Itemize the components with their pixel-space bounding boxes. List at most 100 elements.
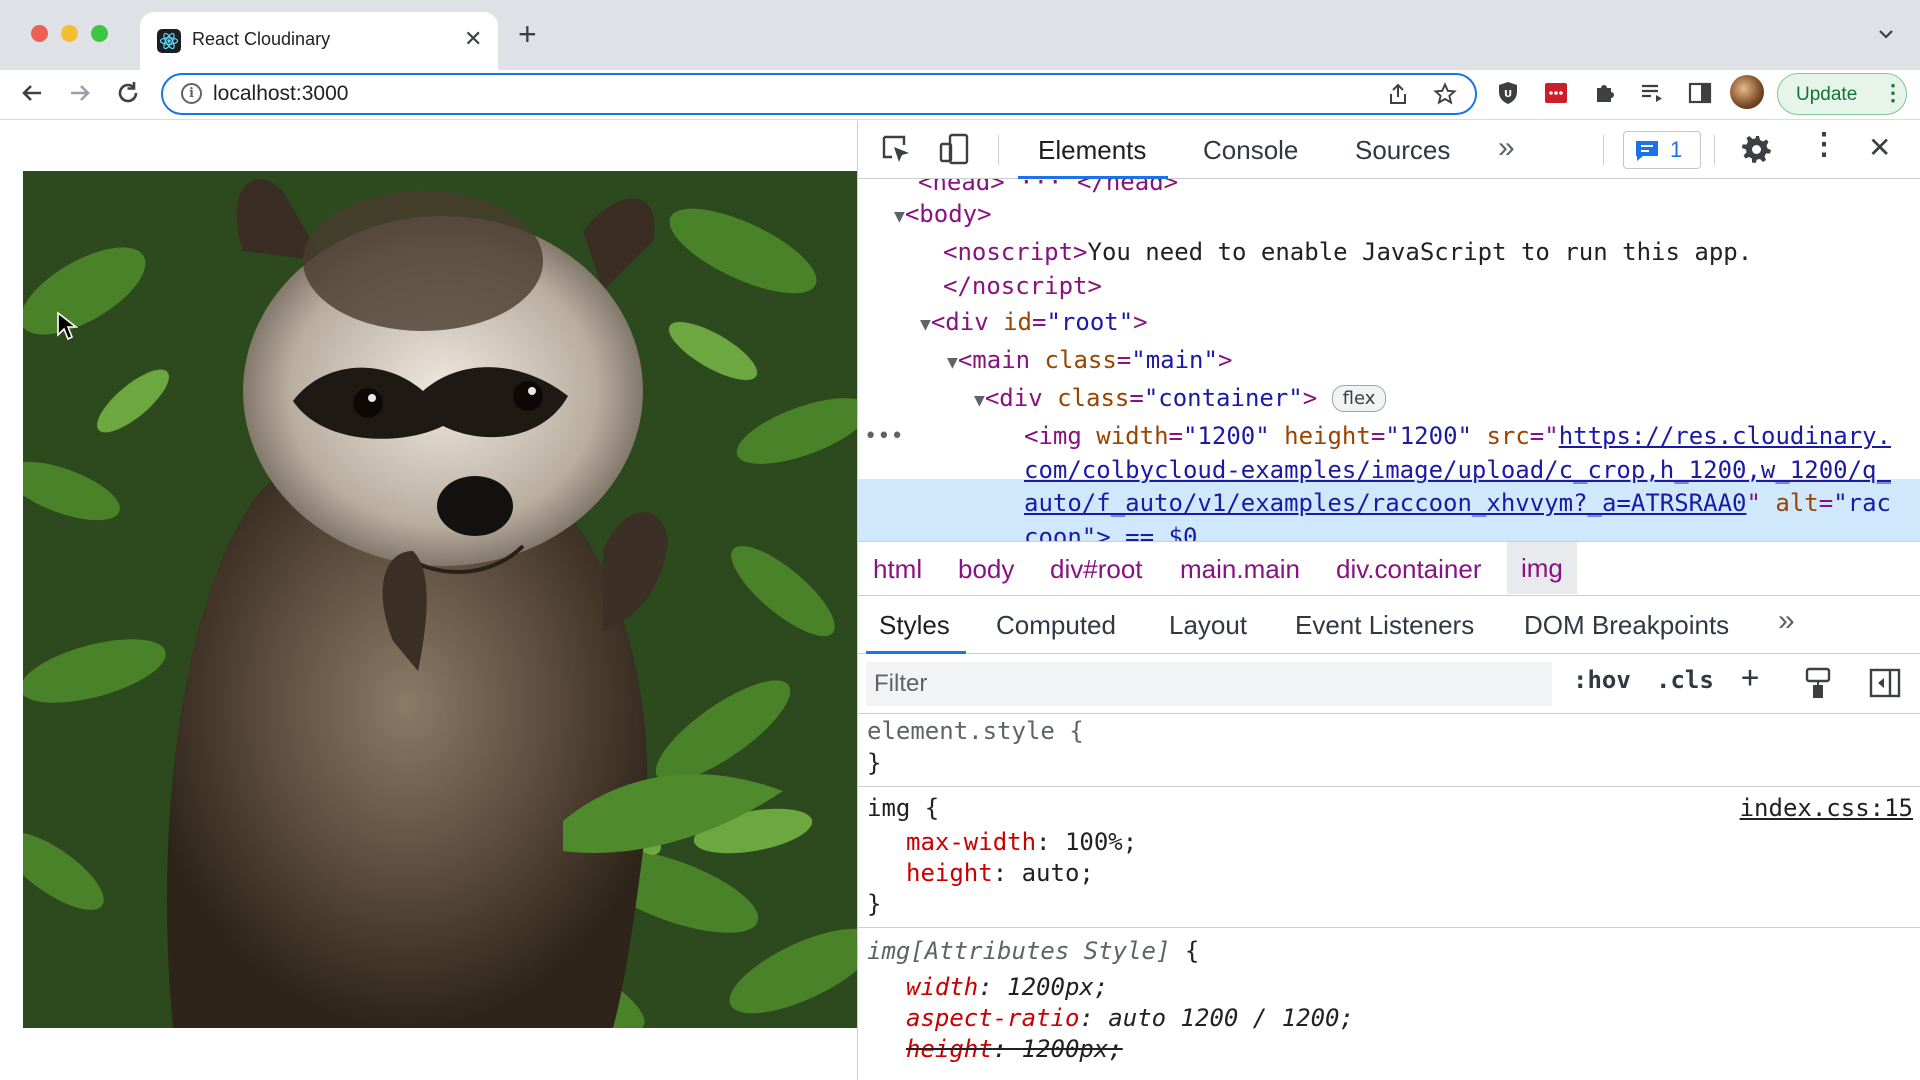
img-src-link[interactable]: https://res.cloudinary. <box>1559 422 1891 450</box>
window-minimize-button[interactable] <box>61 25 78 42</box>
breadcrumb-div-container[interactable]: div.container <box>1336 554 1482 585</box>
source-link[interactable]: index.css:15 <box>1740 793 1913 824</box>
dom-node-body[interactable]: ▼<body> <box>894 199 992 232</box>
tab-console[interactable]: Console <box>1203 135 1298 166</box>
toolbar-divider <box>1714 135 1715 165</box>
rule-selector[interactable]: img[Attributes Style] { <box>867 936 1199 967</box>
react-logo-icon <box>157 29 181 53</box>
bookmark-star-icon[interactable] <box>1433 82 1457 106</box>
reload-icon[interactable] <box>113 78 143 108</box>
more-vertical-icon: ⋮ <box>1882 80 1904 105</box>
more-horizontal-icon[interactable]: ••• <box>864 421 904 452</box>
tab-event-listeners[interactable]: Event Listeners <box>1295 610 1474 641</box>
window-close-button[interactable] <box>31 25 48 42</box>
breadcrumb-html[interactable]: html <box>873 554 922 585</box>
breadcrumb-body[interactable]: body <box>958 554 1014 585</box>
collapse-triangle-icon[interactable]: ▼ <box>974 390 985 411</box>
paint-format-icon[interactable] <box>1803 666 1833 700</box>
page-viewport <box>0 121 857 1080</box>
tab-dom-breakpoints[interactable]: DOM Breakpoints <box>1524 610 1729 641</box>
dom-node-img-src-cont[interactable]: com/colbycloud-examples/image/upload/c_c… <box>1024 455 1891 486</box>
tab-styles[interactable]: Styles <box>879 610 950 641</box>
tab-layout[interactable]: Layout <box>1169 610 1247 641</box>
dom-node-img-src-cont[interactable]: auto/f_auto/v1/examples/raccoon_xhvvym?_… <box>1024 488 1891 519</box>
gear-icon[interactable] <box>1738 131 1774 167</box>
class-toggle[interactable]: .cls <box>1656 666 1714 694</box>
hover-state-toggle[interactable]: :hov <box>1573 666 1631 694</box>
dom-node-head[interactable]: <head> ··· </head> <box>918 179 1178 198</box>
chevron-double-right-icon[interactable]: » <box>1498 131 1515 165</box>
chevron-double-right-icon[interactable]: » <box>1778 604 1795 638</box>
devtools-tabbar: Elements Console Sources » 1 ⋮ ✕ <box>858 121 1920 179</box>
dom-node-img[interactable]: <img width="1200" height="1200" src="htt… <box>1024 421 1891 452</box>
share-icon[interactable] <box>1386 82 1410 106</box>
puzzle-extensions-icon[interactable] <box>1589 78 1619 108</box>
styles-subtabbar: Styles Computed Layout Event Listeners D… <box>858 596 1920 654</box>
lastpass-extension-icon[interactable] <box>1541 78 1571 108</box>
svg-text:U: U <box>1504 89 1512 100</box>
breadcrumb: html body div#root main.main div.contain… <box>858 541 1920 596</box>
raccoon-photo <box>23 171 857 1028</box>
browser-toolbar: i localhost:3000 U Update ⋮ <box>0 70 1920 120</box>
toolbar-divider <box>998 135 999 165</box>
flex-badge[interactable]: flex <box>1331 385 1387 412</box>
dom-node-div-root[interactable]: ▼<div id="root"> <box>920 307 1148 340</box>
css-declaration[interactable]: width: 1200px; <box>906 972 1108 1003</box>
breadcrumb-div-root[interactable]: div#root <box>1050 554 1143 585</box>
shield-extension-icon[interactable]: U <box>1493 78 1523 108</box>
tab-computed[interactable]: Computed <box>996 610 1116 641</box>
dom-node-div-container[interactable]: ▼<div class="container"> flex <box>974 383 1387 416</box>
address-bar[interactable]: i localhost:3000 <box>161 73 1477 115</box>
css-declaration[interactable]: height: auto; <box>906 858 1094 889</box>
filter-input[interactable] <box>866 662 1552 706</box>
toolbar-divider <box>1603 135 1604 165</box>
arrow-right-icon[interactable] <box>65 78 95 108</box>
close-icon[interactable]: ✕ <box>1868 131 1891 164</box>
tab-elements[interactable]: Elements <box>1038 135 1146 166</box>
dom-node-noscript[interactable]: <noscript>You need to enable JavaScript … <box>943 237 1752 268</box>
more-vertical-icon[interactable]: ⋮ <box>1809 127 1839 162</box>
css-declaration[interactable]: max-width: 100%; <box>906 827 1137 858</box>
styles-filterbar: :hov .cls + <box>858 654 1920 714</box>
breadcrumb-img[interactable]: img <box>1507 542 1577 594</box>
dom-node-main[interactable]: ▼<main class="main"> <box>947 345 1232 378</box>
inspect-element-icon[interactable] <box>878 131 914 167</box>
arrow-left-icon[interactable] <box>17 78 47 108</box>
plus-icon[interactable]: + <box>518 17 537 51</box>
tab-strip: React Cloudinary ✕ + <box>0 0 1920 70</box>
rule-selector[interactable]: img { <box>867 793 939 824</box>
breadcrumb-main[interactable]: main.main <box>1180 554 1300 585</box>
css-declaration-overridden[interactable]: height: 1200px; <box>906 1034 1123 1065</box>
rule-close: } <box>867 749 882 777</box>
device-toolbar-icon[interactable] <box>936 131 972 167</box>
media-queue-icon[interactable] <box>1637 78 1667 108</box>
message-icon <box>1636 141 1658 161</box>
dom-node-img-alt-cont[interactable]: coon"> == $0 <box>1024 522 1197 541</box>
new-rule-plus-icon[interactable]: + <box>1741 660 1759 695</box>
close-icon[interactable]: ✕ <box>464 26 482 52</box>
issues-count: 1 <box>1670 137 1683 162</box>
update-button[interactable]: Update ⋮ <box>1777 73 1907 115</box>
rule-selector[interactable]: element.style { <box>867 716 1084 747</box>
url-text[interactable]: localhost:3000 <box>213 82 348 106</box>
css-declaration[interactable]: aspect-ratio: auto 1200 / 1200; <box>906 1003 1354 1034</box>
window-zoom-button[interactable] <box>91 25 108 42</box>
collapse-triangle-icon[interactable]: ▼ <box>920 314 931 335</box>
info-icon[interactable]: i <box>181 83 202 104</box>
dom-node-noscript-close[interactable]: </noscript> <box>943 271 1102 302</box>
collapse-triangle-icon[interactable]: ▼ <box>894 206 905 227</box>
sidebar-toggle-icon[interactable] <box>1868 666 1902 700</box>
update-label: Update <box>1796 84 1858 105</box>
side-panel-icon[interactable] <box>1685 78 1715 108</box>
mouse-cursor-icon <box>57 311 78 341</box>
collapse-triangle-icon[interactable]: ▼ <box>947 352 958 373</box>
browser-tab-active[interactable]: React Cloudinary ✕ <box>140 12 498 70</box>
chevron-down-icon[interactable] <box>1876 24 1896 44</box>
rule-divider <box>858 786 1920 787</box>
styles-pane: element.style { } img { index.css:15 max… <box>858 714 1920 1080</box>
browser-window: React Cloudinary ✕ + i localhost:3000 U … <box>0 0 1920 1080</box>
issues-button[interactable]: 1 <box>1623 131 1701 169</box>
tab-title: React Cloudinary <box>192 29 331 49</box>
avatar[interactable] <box>1730 75 1764 109</box>
tab-sources[interactable]: Sources <box>1355 135 1450 166</box>
